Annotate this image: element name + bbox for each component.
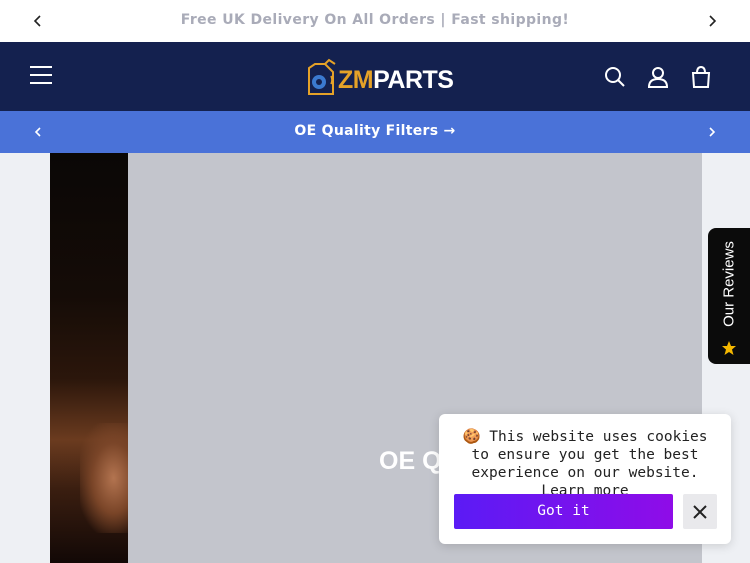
chevron-right-icon — [709, 15, 717, 27]
oil-can-logo-icon — [308, 58, 336, 95]
hero-image — [50, 153, 128, 563]
site-logo[interactable]: ZMPARTS — [305, 54, 454, 100]
promo-text: OE Quality Filters — [294, 123, 439, 139]
promo-link[interactable]: OE Quality Filters → — [0, 123, 750, 139]
cart-icon[interactable] — [688, 64, 714, 90]
close-cookie-button[interactable] — [683, 494, 717, 529]
cookie-banner: 🍪 This website uses cookies to ensure yo… — [439, 414, 731, 544]
logo-accent-text: ZM — [338, 66, 374, 94]
logo-main-text: PARTS — [373, 66, 454, 94]
hero-heading: OE Q — [379, 447, 442, 475]
announcement-bar: Free UK Delivery On All Orders | Fast sh… — [0, 0, 750, 42]
promo-next-button[interactable] — [702, 122, 722, 142]
star-icon — [722, 341, 736, 355]
promo-bar: OE Quality Filters → — [0, 111, 750, 153]
site-header: ZMPARTS — [0, 42, 750, 111]
search-icon[interactable] — [602, 64, 628, 90]
reviews-tab[interactable]: Our Reviews — [708, 228, 750, 364]
cookie-icon: 🍪 — [462, 429, 481, 445]
cookie-message-text: This website uses cookies to ensure you … — [471, 429, 708, 481]
hamburger-menu-icon[interactable] — [30, 66, 52, 86]
accept-cookies-button[interactable]: Got it — [454, 494, 673, 529]
announcement-next-button[interactable] — [702, 11, 722, 31]
reviews-tab-label: Our Reviews — [720, 241, 738, 327]
cookie-message: 🍪 This website uses cookies to ensure yo… — [451, 428, 719, 500]
arrow-right-icon: → — [443, 123, 456, 139]
announcement-text: Free UK Delivery On All Orders | Fast sh… — [180, 12, 570, 28]
logo-wordmark: ZMPARTS — [338, 66, 454, 95]
close-icon — [693, 505, 707, 519]
account-icon[interactable] — [645, 64, 671, 90]
chevron-right-icon — [709, 127, 716, 137]
